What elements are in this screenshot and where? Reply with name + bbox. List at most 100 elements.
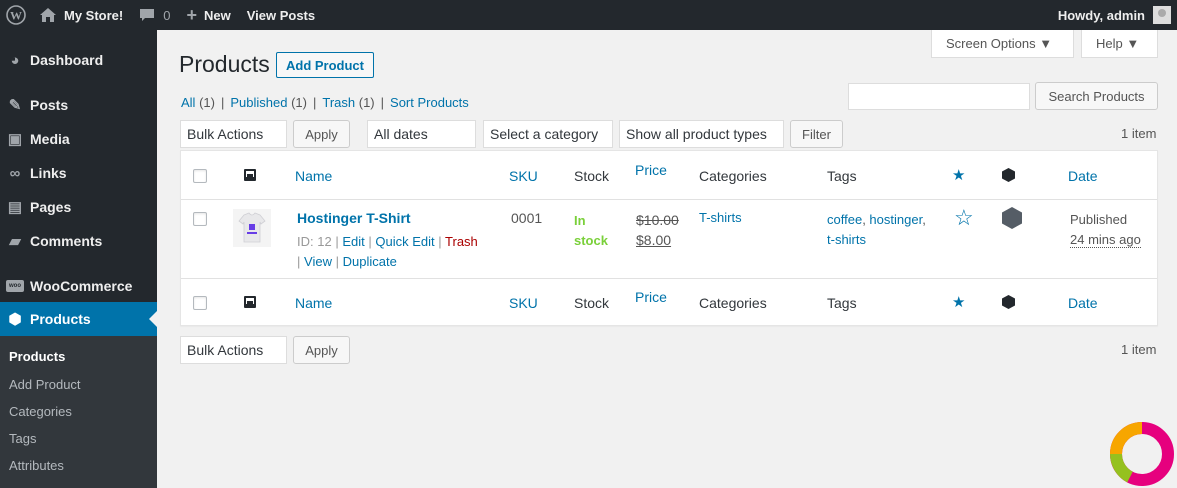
status-filter-links: All (1) | Published (1) | Trash (1) | So… <box>181 95 469 110</box>
footer-column-date[interactable]: Date <box>1068 295 1098 311</box>
view-trash-count: (1) <box>358 95 375 110</box>
divider <box>181 199 1157 200</box>
sidebar-item-comments[interactable]: ▰ Comments <box>0 224 157 258</box>
category-link[interactable]: T-shirts <box>699 210 742 225</box>
view-published-link[interactable]: Published (1) <box>230 95 307 110</box>
stock-status-line: In <box>574 213 586 228</box>
howdy-label: Howdy, admin <box>1057 7 1145 23</box>
screen-options-button[interactable]: Screen Options ▼ <box>931 30 1074 58</box>
quick-edit-link[interactable]: Quick Edit <box>375 234 434 249</box>
bulk-actions-select[interactable]: Bulk Actions <box>180 120 287 148</box>
column-sku[interactable]: SKU <box>509 168 538 184</box>
submenu-tags[interactable]: Tags <box>9 431 36 446</box>
product-type-icon <box>1002 295 1015 309</box>
link-icon: ∞ <box>9 164 21 182</box>
column-name[interactable]: Name <box>295 168 332 184</box>
view-all-link[interactable]: All (1) <box>181 95 215 110</box>
sidebar-item-pages[interactable]: ▤ Pages <box>0 190 157 224</box>
date-filter-select[interactable]: All dates <box>367 120 476 148</box>
view-all-count: (1) <box>199 95 215 110</box>
admin-bar: W My Store! 0 + New View Posts Howdy, ad… <box>0 0 1177 30</box>
featured-toggle-star-icon[interactable]: ☆ <box>954 207 974 229</box>
submenu-products[interactable]: Products <box>9 349 65 364</box>
view-link[interactable]: View <box>304 254 332 269</box>
column-price[interactable]: Price <box>635 162 667 178</box>
sidebar-item-links[interactable]: ∞ Links <box>0 156 157 190</box>
sidebar-item-products[interactable]: ⬢ Products <box>0 302 157 336</box>
wordpress-logo-icon[interactable]: W <box>0 0 32 30</box>
tag-link[interactable]: hostinger <box>869 212 922 227</box>
apply-button[interactable]: Apply <box>293 120 350 148</box>
tshirt-icon <box>238 212 266 243</box>
sale-price: $8.00 <box>636 232 672 248</box>
home-icon <box>40 8 56 22</box>
new-content-link[interactable]: + New <box>178 0 238 30</box>
search-input[interactable] <box>848 83 1030 110</box>
product-price: $10.00 $8.00 <box>636 210 679 250</box>
filter-button[interactable]: Filter <box>790 120 843 148</box>
view-posts-link[interactable]: View Posts <box>239 0 323 30</box>
product-type-icon <box>1002 168 1015 182</box>
category-filter-select[interactable]: Select a category <box>483 120 613 148</box>
sidebar-item-label: Dashboard <box>30 52 104 68</box>
item-count-bottom: 1 item <box>1121 342 1157 357</box>
column-date[interactable]: Date <box>1068 168 1098 184</box>
help-button[interactable]: Help ▼ <box>1081 30 1158 58</box>
sidebar-item-posts[interactable]: ✎ Posts <box>0 88 157 122</box>
product-type-select[interactable]: Show all product types <box>619 120 784 148</box>
separator: | <box>297 254 301 269</box>
row-checkbox[interactable] <box>193 212 207 226</box>
featured-star-icon[interactable]: ★ <box>952 295 965 310</box>
sidebar-item-label: Comments <box>30 233 103 249</box>
products-table: Name SKU Stock Price Categories Tags ★ D… <box>180 150 1158 326</box>
product-name-link[interactable]: Hostinger T-Shirt <box>297 210 411 226</box>
select-all-footer-checkbox[interactable] <box>193 296 207 310</box>
edit-link[interactable]: Edit <box>342 234 364 249</box>
chat-widget-icon[interactable] <box>1108 420 1176 488</box>
search-products-button[interactable]: Search Products <box>1035 82 1158 110</box>
separator: | <box>380 95 385 110</box>
comment-icon: ▰ <box>9 233 21 250</box>
product-thumbnail[interactable] <box>233 209 271 247</box>
sidebar-item-media[interactable]: ▣ Media <box>0 122 157 156</box>
trash-link[interactable]: Trash <box>445 234 478 249</box>
submenu-add-product[interactable]: Add Product <box>9 377 81 392</box>
sidebar-item-dashboard[interactable]: ◕ Dashboard <box>0 43 157 77</box>
bulk-actions-select-bottom[interactable]: Bulk Actions <box>180 336 287 364</box>
admin-sidebar: ◕ Dashboard ✎ Posts ▣ Media ∞ Links ▤ Pa… <box>0 30 157 488</box>
sidebar-item-woocommerce[interactable]: woo WooCommerce <box>0 269 157 303</box>
view-trash-link[interactable]: Trash (1) <box>322 95 374 110</box>
comments-link[interactable]: 0 <box>131 0 178 30</box>
site-name-link[interactable]: My Store! <box>32 0 131 30</box>
product-tags: coffee, hostinger, t-shirts <box>827 212 926 247</box>
publish-time: 24 mins ago <box>1070 232 1141 248</box>
footer-column-sku[interactable]: SKU <box>509 295 538 311</box>
footer-column-stock: Stock <box>574 295 610 311</box>
view-trash-label: Trash <box>322 95 356 110</box>
submenu-attributes[interactable]: Attributes <box>9 458 64 473</box>
product-date: Published 24 mins ago <box>1070 210 1141 250</box>
pin-icon: ✎ <box>8 97 22 114</box>
add-product-button[interactable]: Add Product <box>276 52 374 78</box>
footer-column-price[interactable]: Price <box>635 289 667 305</box>
view-published-count: (1) <box>291 95 307 110</box>
box-icon: ⬢ <box>8 311 22 328</box>
svg-text:W: W <box>10 9 22 23</box>
divider <box>181 278 1157 279</box>
featured-star-icon[interactable]: ★ <box>952 168 965 183</box>
sidebar-item-label: Links <box>30 165 67 181</box>
tag-link[interactable]: coffee <box>827 212 862 227</box>
account-menu[interactable]: Howdy, admin <box>1050 0 1177 30</box>
duplicate-link[interactable]: Duplicate <box>343 254 397 269</box>
woo-icon: woo <box>0 280 30 292</box>
sort-products-link[interactable]: Sort Products <box>390 95 469 110</box>
select-all-checkbox[interactable] <box>193 169 207 183</box>
sidebar-item-label: Media <box>30 131 70 147</box>
image-icon <box>244 296 256 308</box>
pages-icon: ▤ <box>7 199 23 216</box>
column-tags: Tags <box>827 168 857 184</box>
footer-column-name[interactable]: Name <box>295 295 332 311</box>
tag-link[interactable]: t-shirts <box>827 232 866 247</box>
submenu-categories[interactable]: Categories <box>9 404 72 419</box>
apply-button-bottom[interactable]: Apply <box>293 336 350 364</box>
